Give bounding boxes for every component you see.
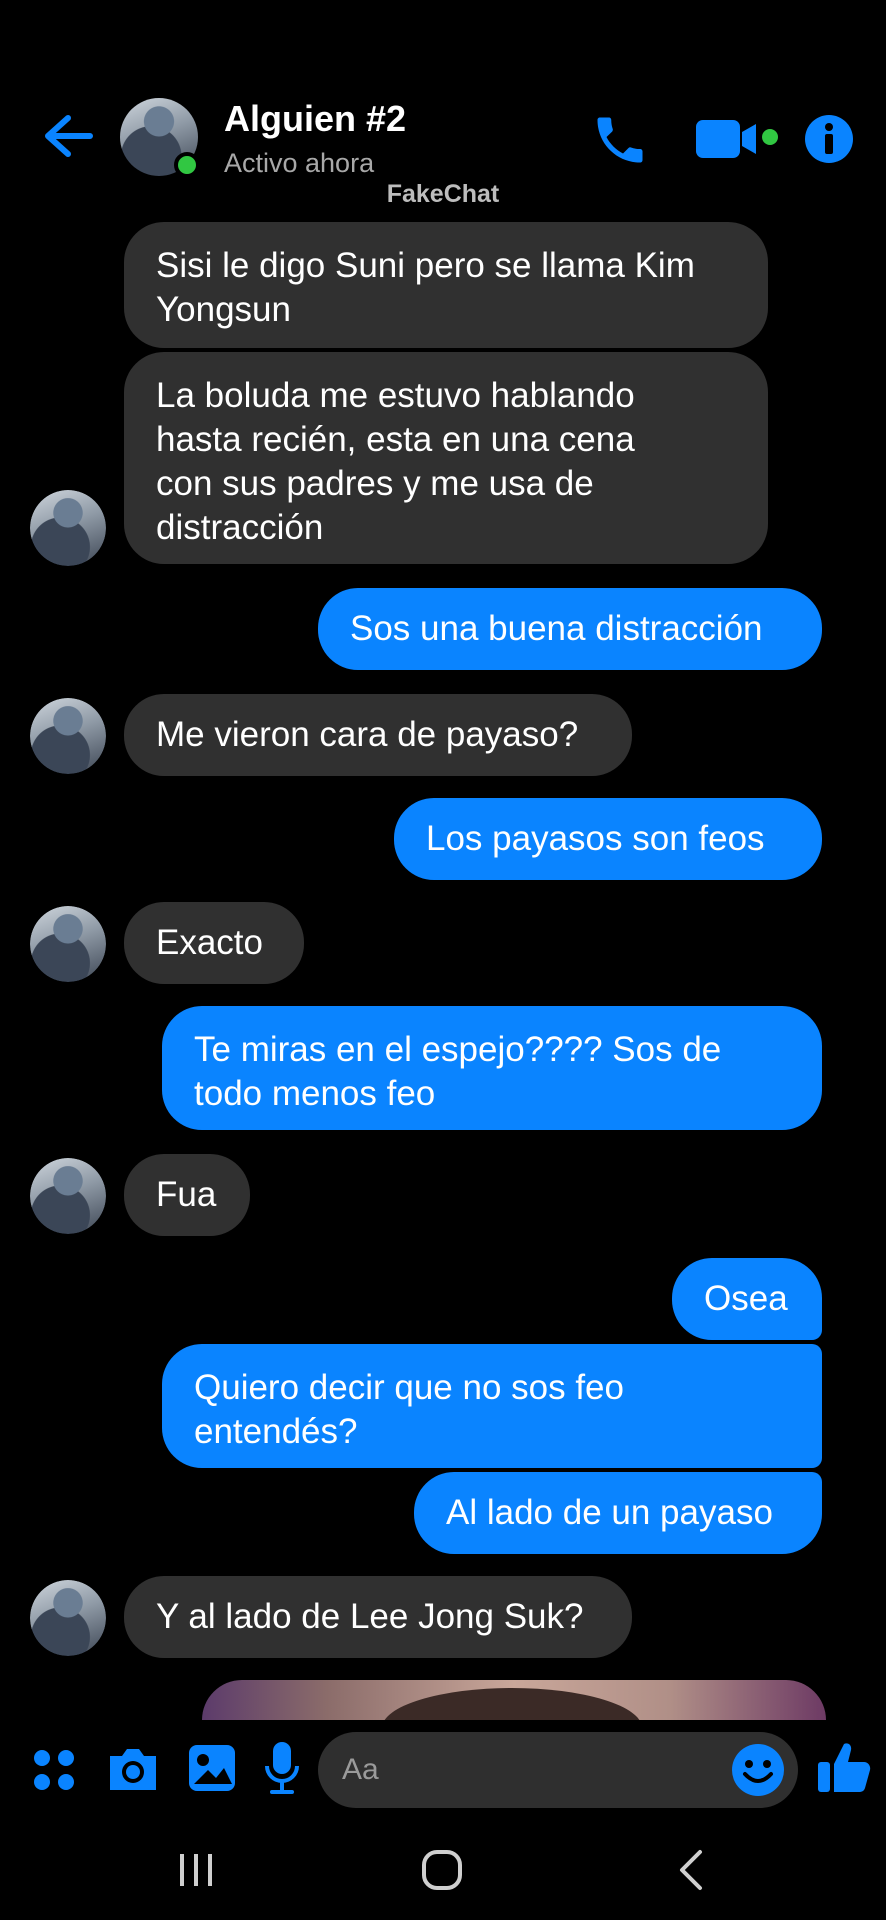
chat-header: Alguien #2 Activo ahora FakeChat [0,0,886,208]
info-icon [805,115,853,163]
message-input[interactable] [342,1732,702,1808]
incoming-message[interactable]: Sisi le digo Suni pero se llama Kim Yong… [124,222,768,348]
sender-avatar[interactable] [30,490,106,566]
back-button[interactable] [40,112,96,160]
gallery-button[interactable] [186,1742,238,1794]
sender-avatar[interactable] [30,906,106,982]
like-button[interactable] [816,1738,872,1796]
incoming-message[interactable]: Me vieron cara de payaso? [124,694,632,776]
info-button[interactable] [800,110,858,168]
camera-icon [110,1749,156,1790]
sender-avatar[interactable] [30,1158,106,1234]
recent-apps-button[interactable] [176,1850,216,1890]
incoming-image-message[interactable] [202,1680,826,1720]
recent-apps-icon [180,1854,212,1886]
watermark: FakeChat [386,180,500,208]
outgoing-message[interactable]: Te miras en el espejo???? Sos de todo me… [162,1006,822,1130]
emoji-icon [732,1744,784,1796]
camera-button[interactable] [106,1742,160,1794]
incoming-message[interactable]: Fua [124,1154,250,1236]
outgoing-message[interactable]: Osea [672,1258,822,1340]
incoming-message[interactable]: Y al lado de Lee Jong Suk? [124,1576,632,1658]
contact-status: Activo ahora [224,148,375,178]
online-indicator [174,152,200,178]
sender-avatar[interactable] [30,1580,106,1656]
incoming-message[interactable]: La boluda me estuvo hablando hasta recié… [124,352,768,564]
outgoing-message[interactable]: Al lado de un payaso [414,1472,822,1554]
sender-avatar[interactable] [30,698,106,774]
home-button[interactable] [420,1848,464,1892]
video-camera-icon [696,120,778,158]
apps-button[interactable] [30,1746,78,1794]
phone-icon [597,117,643,163]
video-call-button[interactable] [694,116,784,162]
outgoing-message[interactable]: Quiero decir que no sos feo entendés? [162,1344,822,1468]
voice-button[interactable] [262,1740,302,1796]
contact-avatar[interactable] [120,98,200,178]
microphone-icon [265,1742,299,1794]
outgoing-message[interactable]: Sos una buena distracción [318,588,822,670]
chevron-left-icon [680,1850,702,1890]
contact-name[interactable]: Alguien #2 [224,98,406,140]
incoming-message[interactable]: Exacto [124,902,304,984]
home-icon [422,1850,462,1890]
apps-grid-icon [34,1750,74,1790]
system-back-button[interactable] [676,1848,706,1892]
message-input-field[interactable] [318,1732,798,1808]
emoji-button[interactable] [730,1742,786,1798]
thumbs-up-icon [818,1743,871,1792]
arrow-left-icon [45,115,93,157]
call-button[interactable] [590,110,650,170]
image-icon [189,1745,235,1791]
outgoing-message[interactable]: Los payasos son feos [394,798,822,880]
